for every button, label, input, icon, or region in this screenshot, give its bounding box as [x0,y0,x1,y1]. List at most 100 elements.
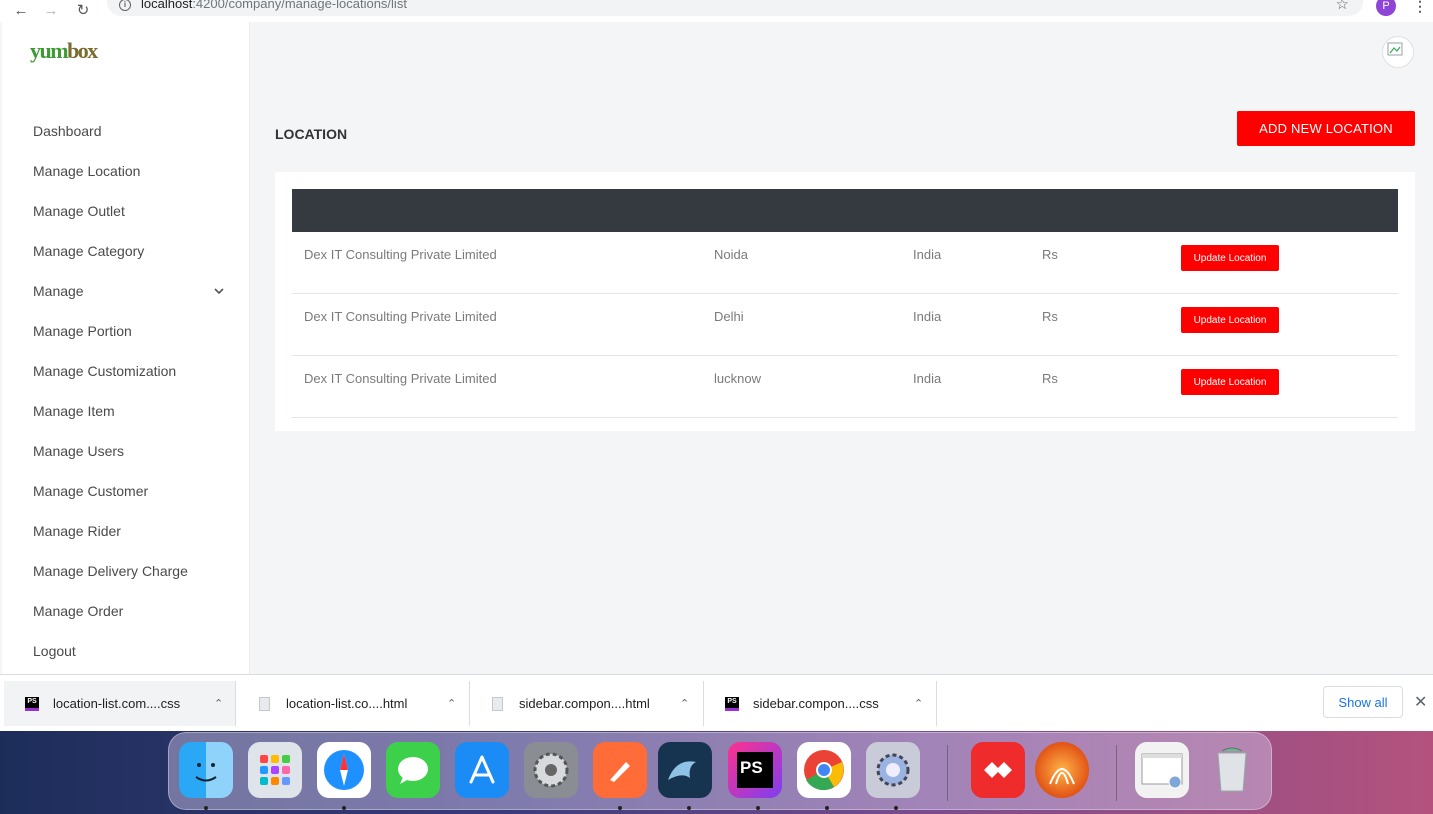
sidebar-item-label: Manage Order [33,603,124,619]
address-bar[interactable]: i localhost:4200/company/manage-location… [107,0,1363,16]
sidebar-item-manage-location[interactable]: Manage Location [2,151,250,191]
update-location-button[interactable]: Update Location [1181,369,1279,395]
download-filename: sidebar.compon....css [753,696,879,711]
company-cell: Dex IT Consulting Private Limited [304,247,497,262]
chevron-up-icon[interactable]: ⌃ [214,697,223,710]
finder-icon[interactable] [179,742,233,798]
launchpad-icon[interactable] [248,742,302,798]
chat-bubble-icon [398,757,428,784]
download-item[interactable]: sidebar.compon....html ⌃ [470,681,704,726]
download-filename: sidebar.compon....html [519,696,650,711]
chevron-up-icon[interactable]: ⌃ [914,697,923,710]
sidebar-item-dashboard[interactable]: Dashboard [2,111,250,151]
city-cell: Delhi [714,309,744,324]
user-avatar[interactable] [1382,36,1414,68]
sidebar-item-manage-order[interactable]: Manage Order [2,591,250,631]
anydesk-icon[interactable] [971,742,1025,798]
dock-separator [947,745,948,801]
city-cell: Noida [714,247,748,262]
bookmark-star-icon[interactable]: ☆ [1336,0,1349,13]
running-indicator [204,806,208,810]
menu-kebab-icon[interactable]: ⋮ [1413,0,1427,15]
brand-logo[interactable]: yumbox [30,38,98,64]
sidebar-item-manage-item[interactable]: Manage Item [2,391,250,431]
macos-dock: PS [168,732,1272,810]
messages-icon[interactable] [386,742,440,798]
preview-icon[interactable] [1135,742,1189,798]
document-file-icon [259,696,270,711]
phpstorm-icon[interactable]: PS [728,742,782,798]
running-indicator [756,806,760,810]
sidebar-item-manage-users[interactable]: Manage Users [2,431,250,471]
sidebar-item-manage-outlet[interactable]: Manage Outlet [2,191,250,231]
info-icon[interactable]: i [119,0,131,11]
app-store-a-icon [469,755,495,784]
sidebar-item-label: Logout [33,643,76,659]
sidebar-item-label: Manage Outlet [33,203,125,219]
table-body: Dex IT Consulting Private Limited Noida … [292,232,1398,418]
download-item[interactable]: location-list.co....html ⌃ [237,681,470,726]
sidebar-item-manage-customization[interactable]: Manage Customization [2,351,250,391]
sidebar: yumbox Dashboard Manage Location Manage … [2,22,250,674]
close-icon[interactable]: ✕ [1414,692,1427,712]
table-row: Dex IT Consulting Private Limited Noida … [292,232,1398,294]
sidebar-item-manage-rider[interactable]: Manage Rider [2,511,250,551]
system-preferences-icon[interactable] [524,742,578,798]
dock-separator [1116,745,1117,801]
safari-icon[interactable] [317,742,371,798]
sidebar-item-logout[interactable]: Logout [2,631,250,671]
country-cell: India [913,309,942,324]
country-cell: India [913,247,942,262]
currency-cell: Rs [1042,309,1058,324]
update-location-button[interactable]: Update Location [1181,307,1279,333]
update-location-button[interactable]: Update Location [1181,245,1279,271]
running-indicator [618,806,622,810]
sidebar-item-manage[interactable]: Manage [2,271,250,311]
anydesk-diamond-icon [984,762,1012,778]
forward-arrow-icon[interactable]: → [40,3,62,18]
back-arrow-icon[interactable]: ← [10,3,32,18]
sidebar-item-manage-customer[interactable]: Manage Customer [2,471,250,511]
download-filename: location-list.com....css [53,696,181,711]
dolphin-icon [668,761,696,780]
browser-toolbar: ← → ↻ i localhost:4200/company/manage-lo… [0,0,1433,22]
download-item[interactable]: PS location-list.com....css ⌃ [4,681,236,726]
postman-icon[interactable] [593,742,647,798]
profile-avatar[interactable]: P [1376,0,1396,16]
phpstorm-file-icon: PS [25,696,39,711]
trash-can-icon [1217,747,1247,792]
sidebar-item-label: Manage Rider [33,523,121,539]
city-cell: lucknow [714,371,761,386]
company-cell: Dex IT Consulting Private Limited [304,371,497,386]
filezilla-logo-icon [1049,768,1075,785]
sidebar-item-label: Manage Delivery Charge [33,563,188,579]
chevron-up-icon[interactable]: ⌃ [447,697,456,710]
trash-icon[interactable] [1205,742,1259,798]
download-item[interactable]: PS sidebar.compon....css ⌃ [704,681,937,726]
sidebar-item-label: Manage [33,283,84,299]
currency-cell: Rs [1042,247,1058,262]
mysql-workbench-icon[interactable] [658,742,712,798]
sidebar-item-manage-portion[interactable]: Manage Portion [2,311,250,351]
phpstorm-label: PS [737,752,773,788]
app-store-icon[interactable] [455,742,509,798]
reload-icon[interactable]: ↻ [72,3,94,18]
running-indicator [687,806,691,810]
sidebar-item-label: Dashboard [33,123,102,139]
sidebar-item-label: Manage Portion [33,323,132,339]
page-title: LOCATION [275,126,348,142]
sidebar-item-manage-delivery-charge[interactable]: Manage Delivery Charge [2,551,250,591]
add-new-location-button[interactable]: ADD NEW LOCATION [1237,111,1415,146]
chevron-up-icon[interactable]: ⌃ [680,697,689,710]
show-all-button[interactable]: Show all [1323,686,1403,718]
utility-icon[interactable] [866,742,920,798]
app-window: yumbox Dashboard Manage Location Manage … [0,22,1433,674]
sidebar-item-manage-category[interactable]: Manage Category [2,231,250,271]
gear-icon [533,752,569,788]
country-cell: India [913,371,942,386]
sidebar-nav: Dashboard Manage Location Manage Outlet … [2,111,250,671]
chevron-down-icon [214,288,224,295]
download-filename: location-list.co....html [286,696,408,711]
chrome-icon[interactable] [797,742,851,798]
filezilla-icon[interactable] [1035,742,1089,798]
